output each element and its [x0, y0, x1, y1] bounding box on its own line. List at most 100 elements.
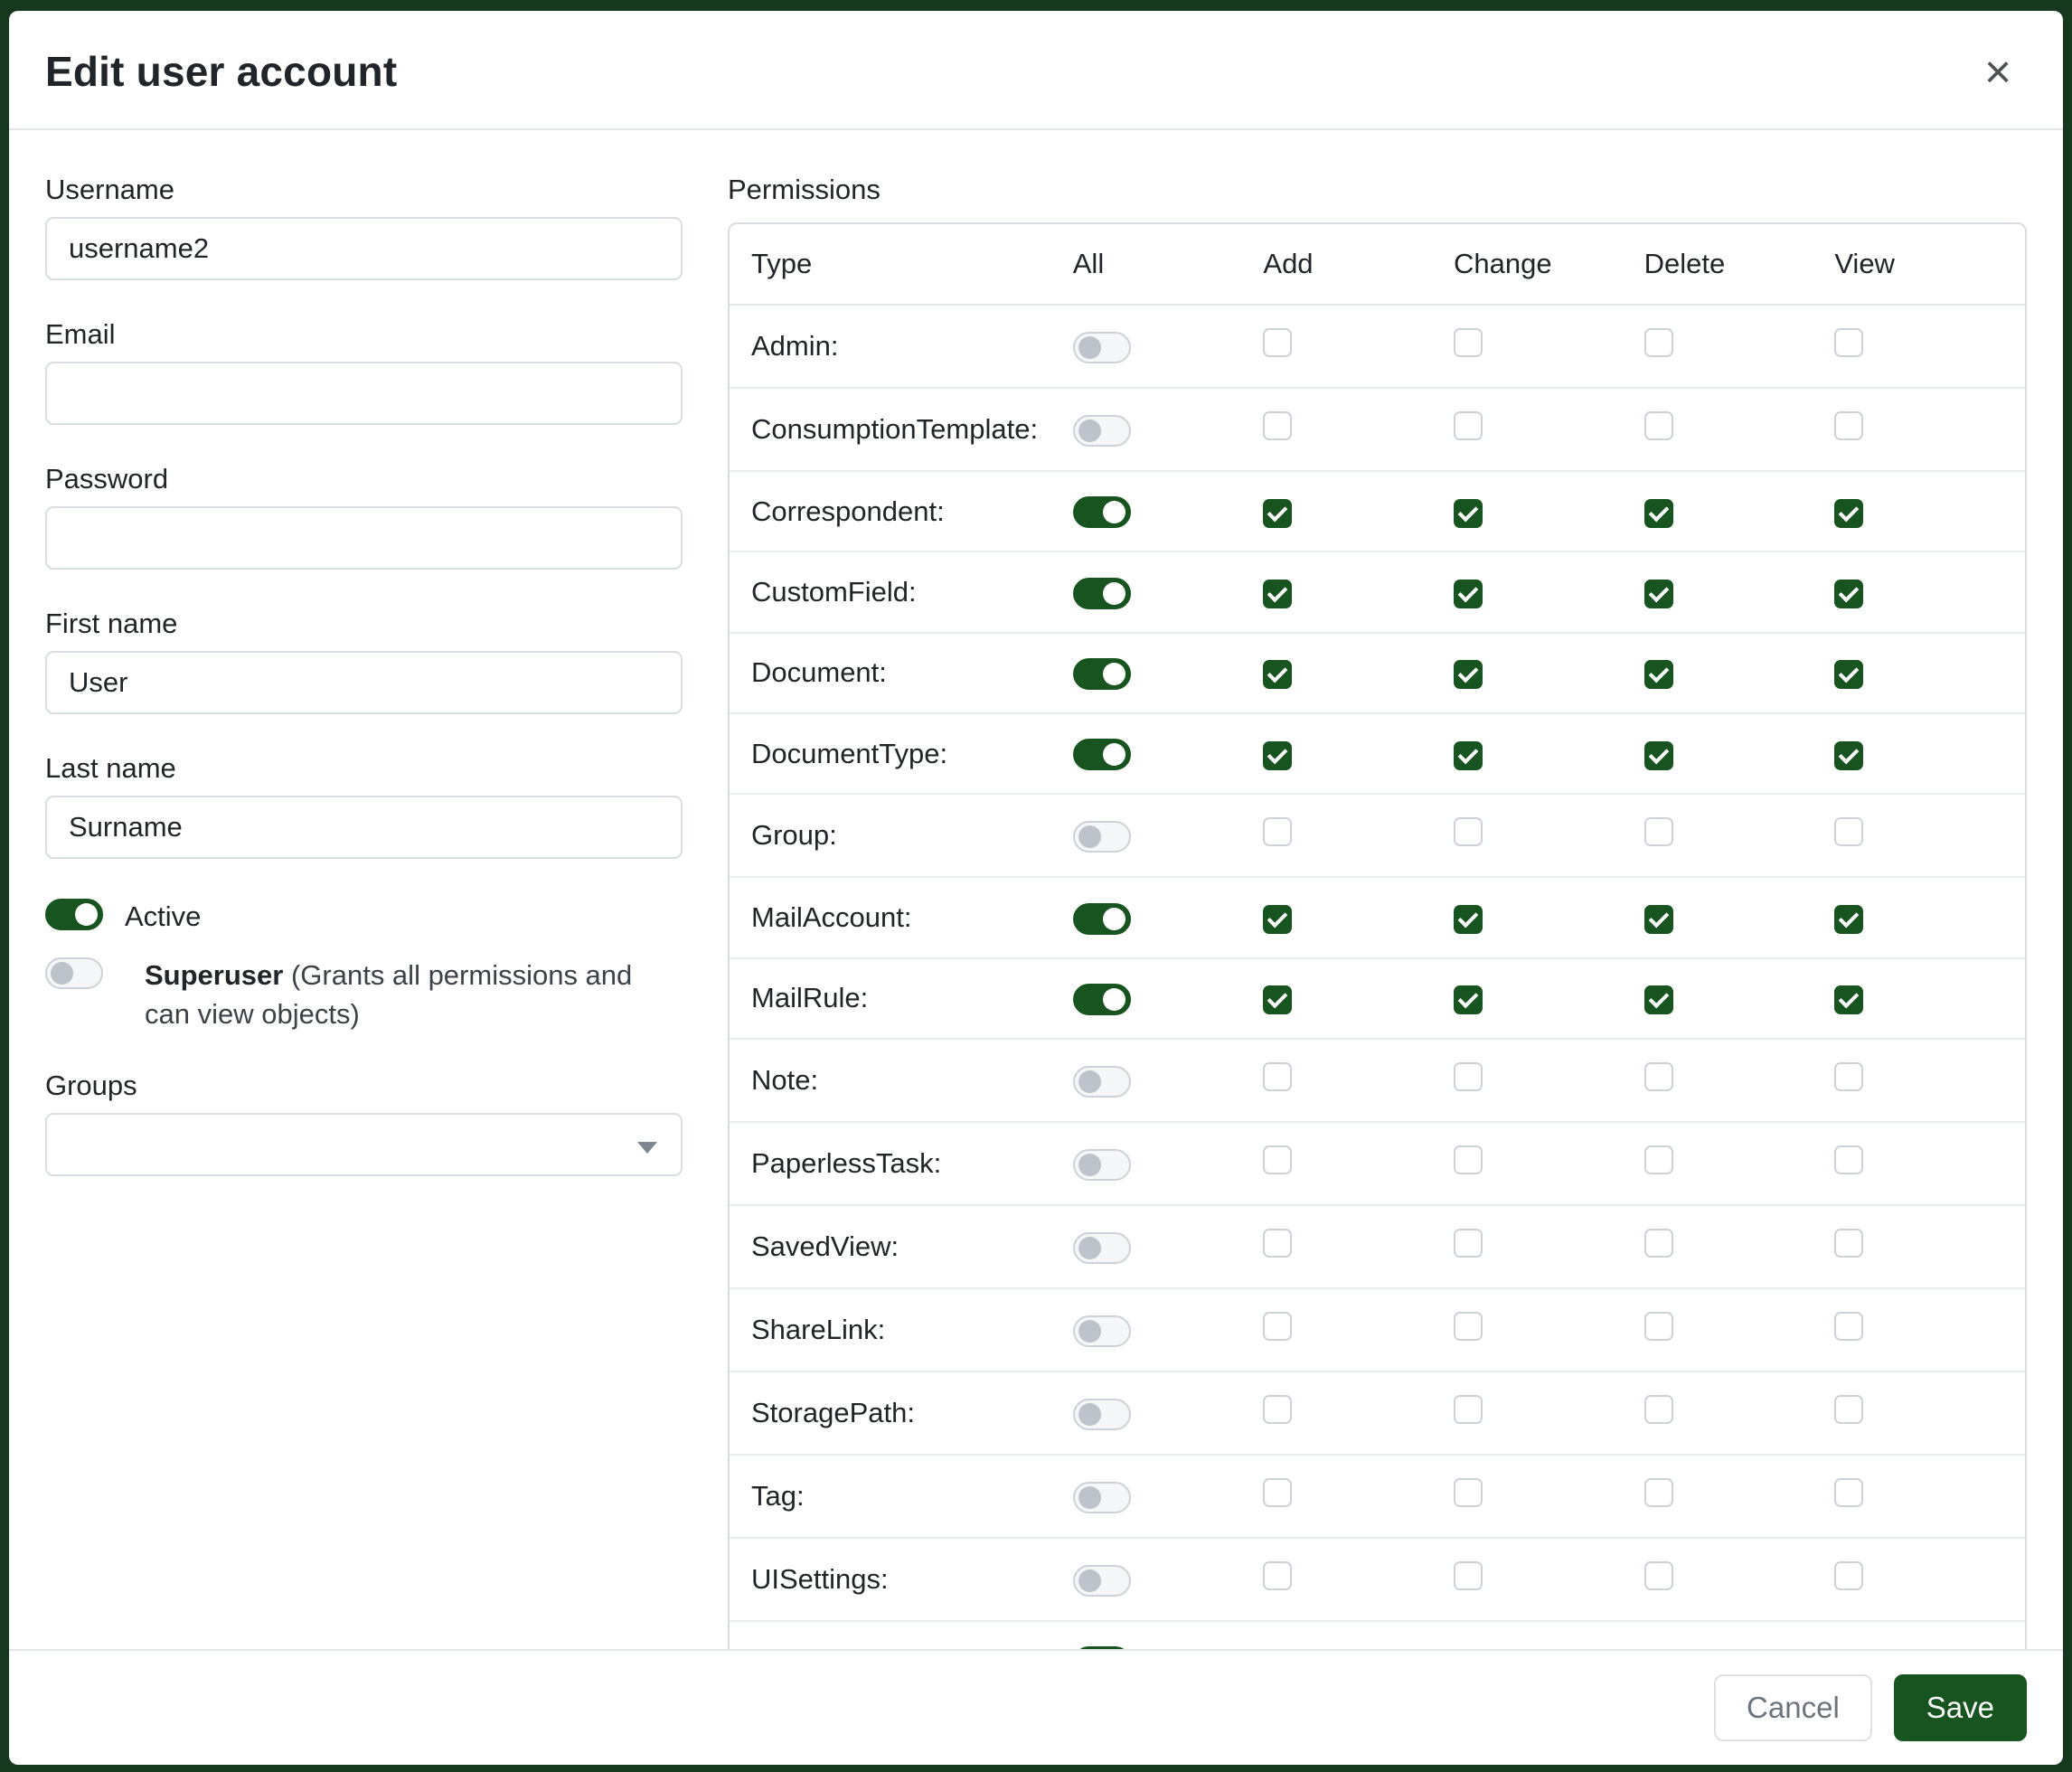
permission-change-checkbox[interactable]	[1454, 1312, 1483, 1341]
permission-view-checkbox[interactable]	[1834, 1312, 1863, 1341]
active-toggle[interactable]	[45, 899, 103, 930]
permission-add-checkbox[interactable]	[1263, 660, 1292, 689]
permission-change-checkbox[interactable]	[1454, 1478, 1483, 1507]
permission-change-checkbox[interactable]	[1454, 1145, 1483, 1174]
permission-view-checkbox[interactable]	[1834, 905, 1863, 934]
permission-all-toggle[interactable]	[1073, 1565, 1131, 1597]
permission-delete-checkbox[interactable]	[1644, 905, 1673, 934]
permission-view-checkbox[interactable]	[1834, 1561, 1863, 1590]
permission-delete-checkbox[interactable]	[1644, 328, 1673, 357]
permission-all-toggle[interactable]	[1073, 821, 1131, 853]
last-name-field[interactable]	[45, 796, 683, 859]
permission-delete-checkbox[interactable]	[1644, 411, 1673, 440]
permission-delete-checkbox[interactable]	[1644, 1561, 1673, 1590]
permission-row: Group:	[730, 794, 2025, 877]
permission-view-checkbox[interactable]	[1834, 328, 1863, 357]
permission-delete-checkbox[interactable]	[1644, 741, 1673, 770]
permission-add-checkbox[interactable]	[1263, 1229, 1292, 1258]
permission-all-toggle[interactable]	[1073, 1149, 1131, 1181]
permission-view-checkbox[interactable]	[1834, 985, 1863, 1014]
permission-add-checkbox[interactable]	[1263, 1312, 1292, 1341]
superuser-toggle[interactable]	[45, 957, 103, 989]
permission-view-checkbox[interactable]	[1834, 1062, 1863, 1091]
permission-view-checkbox[interactable]	[1834, 1229, 1863, 1258]
permission-add-checkbox[interactable]	[1263, 411, 1292, 440]
permission-delete-checkbox[interactable]	[1644, 1312, 1673, 1341]
permission-all-toggle[interactable]	[1073, 1066, 1131, 1098]
permission-delete-checkbox[interactable]	[1644, 1229, 1673, 1258]
permission-change-checkbox[interactable]	[1454, 817, 1483, 846]
permission-delete-checkbox[interactable]	[1644, 580, 1673, 608]
permission-change-checkbox[interactable]	[1454, 328, 1483, 357]
permission-add-checkbox[interactable]	[1263, 1561, 1292, 1590]
permission-all-toggle[interactable]	[1073, 578, 1131, 609]
permission-change-checkbox[interactable]	[1454, 741, 1483, 770]
permission-add-checkbox[interactable]	[1263, 817, 1292, 846]
permission-change-checkbox[interactable]	[1454, 1561, 1483, 1590]
permission-all-toggle[interactable]	[1073, 496, 1131, 528]
username-input[interactable]	[45, 217, 683, 280]
permission-change-checkbox[interactable]	[1454, 985, 1483, 1014]
permission-all-toggle[interactable]	[1073, 1482, 1131, 1513]
permission-add-checkbox[interactable]	[1263, 1395, 1292, 1424]
permission-view-checkbox[interactable]	[1834, 660, 1863, 689]
groups-field-group: Groups	[45, 1070, 683, 1176]
permission-row: StoragePath:	[730, 1371, 2025, 1455]
permission-add-checkbox[interactable]	[1263, 328, 1292, 357]
permission-view-checkbox[interactable]	[1834, 580, 1863, 608]
permission-add-checkbox[interactable]	[1263, 985, 1292, 1014]
permission-type-label: PaperlessTask:	[751, 1147, 941, 1179]
permission-delete-checkbox[interactable]	[1644, 1145, 1673, 1174]
permission-all-toggle[interactable]	[1073, 332, 1131, 363]
permission-view-checkbox[interactable]	[1834, 411, 1863, 440]
permission-delete-checkbox[interactable]	[1644, 985, 1673, 1014]
first-name-field[interactable]	[45, 651, 683, 714]
permission-view-checkbox[interactable]	[1834, 1478, 1863, 1507]
groups-select[interactable]	[45, 1113, 683, 1176]
permission-view-checkbox[interactable]	[1834, 817, 1863, 846]
password-label: Password	[45, 463, 683, 495]
permission-all-toggle[interactable]	[1073, 1646, 1131, 1649]
permission-delete-checkbox[interactable]	[1644, 1062, 1673, 1091]
last-name-field-group: Last name	[45, 752, 683, 859]
cancel-button[interactable]: Cancel	[1714, 1674, 1872, 1741]
permission-view-checkbox[interactable]	[1834, 741, 1863, 770]
password-field[interactable]	[45, 506, 683, 570]
permission-change-checkbox[interactable]	[1454, 1229, 1483, 1258]
permission-delete-checkbox[interactable]	[1644, 1478, 1673, 1507]
permission-delete-checkbox[interactable]	[1644, 1395, 1673, 1424]
permission-all-toggle[interactable]	[1073, 739, 1131, 770]
permission-all-toggle[interactable]	[1073, 1399, 1131, 1430]
permission-delete-checkbox[interactable]	[1644, 660, 1673, 689]
permission-all-toggle[interactable]	[1073, 658, 1131, 690]
save-button[interactable]: Save	[1894, 1674, 2027, 1741]
permission-add-checkbox[interactable]	[1263, 905, 1292, 934]
permission-add-checkbox[interactable]	[1263, 741, 1292, 770]
permission-view-checkbox[interactable]	[1834, 499, 1863, 528]
permission-all-toggle[interactable]	[1073, 415, 1131, 447]
permission-change-checkbox[interactable]	[1454, 905, 1483, 934]
permission-type-label: ConsumptionTemplate:	[751, 413, 1038, 445]
permission-change-checkbox[interactable]	[1454, 580, 1483, 608]
permission-delete-checkbox[interactable]	[1644, 499, 1673, 528]
permission-add-checkbox[interactable]	[1263, 1478, 1292, 1507]
permission-change-checkbox[interactable]	[1454, 411, 1483, 440]
permission-change-checkbox[interactable]	[1454, 1062, 1483, 1091]
permission-change-checkbox[interactable]	[1454, 660, 1483, 689]
permission-add-checkbox[interactable]	[1263, 1062, 1292, 1091]
permission-all-toggle[interactable]	[1073, 903, 1131, 935]
permission-add-checkbox[interactable]	[1263, 1145, 1292, 1174]
close-icon[interactable]: ×	[1973, 47, 2023, 98]
email-field[interactable]	[45, 362, 683, 425]
permission-change-checkbox[interactable]	[1454, 499, 1483, 528]
permission-all-toggle[interactable]	[1073, 984, 1131, 1015]
permission-delete-checkbox[interactable]	[1644, 817, 1673, 846]
permission-view-checkbox[interactable]	[1834, 1395, 1863, 1424]
permission-all-toggle[interactable]	[1073, 1232, 1131, 1264]
permission-change-checkbox[interactable]	[1454, 1395, 1483, 1424]
permission-view-checkbox[interactable]	[1834, 1145, 1863, 1174]
permission-add-checkbox[interactable]	[1263, 580, 1292, 608]
permission-all-toggle[interactable]	[1073, 1315, 1131, 1347]
permission-type-label: UISettings:	[751, 1563, 889, 1595]
permission-add-checkbox[interactable]	[1263, 499, 1292, 528]
